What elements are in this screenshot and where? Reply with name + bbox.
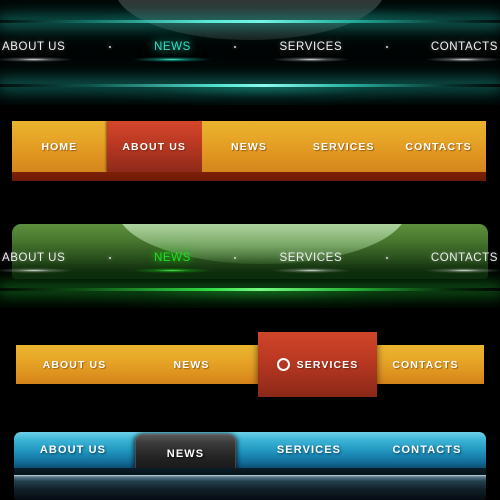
nav1-item-services[interactable]: SERVICES: [256, 41, 365, 63]
navbar-orange-tabs: HOME ABOUT US NEWS SERVICES CONTACTS: [12, 121, 486, 181]
nav1-item-contacts-label: CONTACTS: [430, 41, 499, 53]
navbar-orange-tabs-footer-strip: [12, 172, 486, 181]
navbar-dark-teal-menu: ABOUT US NEWS SERVICES CONTACTS: [0, 41, 500, 63]
nav2-tab-home[interactable]: HOME: [12, 121, 107, 172]
navbar-blue-content-panel: [14, 475, 486, 500]
nav2-tab-contacts[interactable]: CONTACTS: [391, 121, 486, 172]
navbar-dark-teal: ABOUT US NEWS SERVICES CONTACTS: [0, 0, 500, 105]
nav5-tab-about-us-label: ABOUT US: [39, 444, 107, 456]
nav2-tab-services-label: SERVICES: [312, 140, 375, 153]
nav4-tab-about-us[interactable]: ABOUT US: [16, 359, 133, 371]
nav2-tab-about-us-label: ABOUT US: [122, 140, 187, 153]
nav2-tab-news-label: NEWS: [231, 140, 267, 153]
design-canvas: ABOUT US NEWS SERVICES CONTACTS HOME ABO…: [0, 0, 500, 500]
nav3-item-contacts-label: CONTACTS: [430, 252, 499, 264]
nav1-separator-dot-2: [234, 46, 237, 48]
nav3-item-contacts[interactable]: CONTACTS: [410, 252, 500, 274]
nav3-item-services-label: SERVICES: [279, 252, 343, 264]
nav5-tab-contacts-label: CONTACTS: [392, 444, 462, 456]
nav5-tab-about-us[interactable]: ABOUT US: [14, 444, 132, 456]
navbar-orange-raised-tab: ABOUT US NEWS SERVICES CONTACTS SERVICES: [0, 326, 500, 418]
nav2-tab-news[interactable]: NEWS: [201, 121, 297, 172]
nav3-item-about-us[interactable]: ABOUT US: [0, 252, 88, 274]
nav5-active-tab-news-label: NEWS: [166, 447, 205, 460]
nav3-item-news-label: NEWS: [153, 252, 191, 264]
navbar-blue-dark-tab-bar: ABOUT US NEWS SERVICES CONTACTS: [14, 432, 486, 468]
nav2-tab-home-label: HOME: [41, 140, 78, 153]
navbar-orange-tabs-row: HOME ABOUT US NEWS SERVICES CONTACTS: [12, 121, 486, 172]
nav1-item-about-us[interactable]: ABOUT US: [0, 41, 88, 63]
nav3-item-about-us-label: ABOUT US: [1, 252, 66, 264]
nav1-item-news-label: NEWS: [153, 41, 191, 53]
nav1-item-news-underglow: [118, 56, 227, 63]
nav4-tab-contacts[interactable]: CONTACTS: [367, 359, 484, 371]
navbar-green-glossy: ABOUT US NEWS SERVICES CONTACTS: [0, 212, 500, 308]
nav4-tab-about-us-label: ABOUT US: [42, 358, 107, 371]
nav3-separator-dot-1: [108, 257, 111, 259]
navbar-blue-dark-tab: ABOUT US NEWS SERVICES CONTACTS NEWS: [0, 426, 500, 500]
nav3-separator-dot-2: [234, 257, 237, 259]
nav5-tab-services-label: SERVICES: [276, 444, 342, 456]
nav1-item-services-label: SERVICES: [279, 41, 343, 53]
navbar-blue-tab-shadow: [14, 468, 486, 475]
nav5-tab-contacts[interactable]: CONTACTS: [368, 444, 486, 456]
nav2-tab-about-us[interactable]: ABOUT US: [106, 121, 202, 172]
nav3-item-news[interactable]: NEWS: [118, 252, 227, 274]
nav4-tab-news[interactable]: NEWS: [133, 359, 250, 371]
nav1-item-news[interactable]: NEWS: [118, 41, 227, 63]
navbar-dark-teal-bottom-glow: [0, 87, 500, 105]
nav3-separator-dot-3: [385, 257, 388, 259]
nav4-tab-contacts-label: CONTACTS: [392, 358, 459, 371]
nav2-tab-contacts-label: CONTACTS: [405, 140, 472, 153]
nav5-tab-services[interactable]: SERVICES: [250, 444, 368, 456]
nav1-item-contacts[interactable]: CONTACTS: [410, 41, 500, 63]
nav3-item-services-underglow: [256, 267, 365, 274]
nav2-tab-services[interactable]: SERVICES: [296, 121, 392, 172]
nav3-item-services[interactable]: SERVICES: [256, 252, 365, 274]
navbar-orange-raised-tab-bar: ABOUT US NEWS SERVICES CONTACTS: [16, 345, 484, 384]
navbar-green-bottom-glow: [0, 291, 500, 308]
nav4-tab-news-label: NEWS: [173, 358, 210, 371]
nav4-active-tab-services[interactable]: SERVICES: [258, 332, 377, 397]
navbar-green-glossy-menu: ABOUT US NEWS SERVICES CONTACTS: [0, 252, 500, 274]
nav3-item-news-underglow: [118, 267, 227, 274]
nav1-separator-dot-1: [108, 46, 111, 48]
nav1-item-services-underglow: [256, 56, 365, 63]
nav1-item-about-us-label: ABOUT US: [1, 41, 66, 53]
circle-ring-icon: [276, 358, 290, 371]
nav1-separator-dot-3: [385, 46, 388, 48]
nav4-active-tab-services-label: SERVICES: [296, 358, 359, 371]
navbar-dark-teal-top-accent-line: [0, 20, 500, 23]
